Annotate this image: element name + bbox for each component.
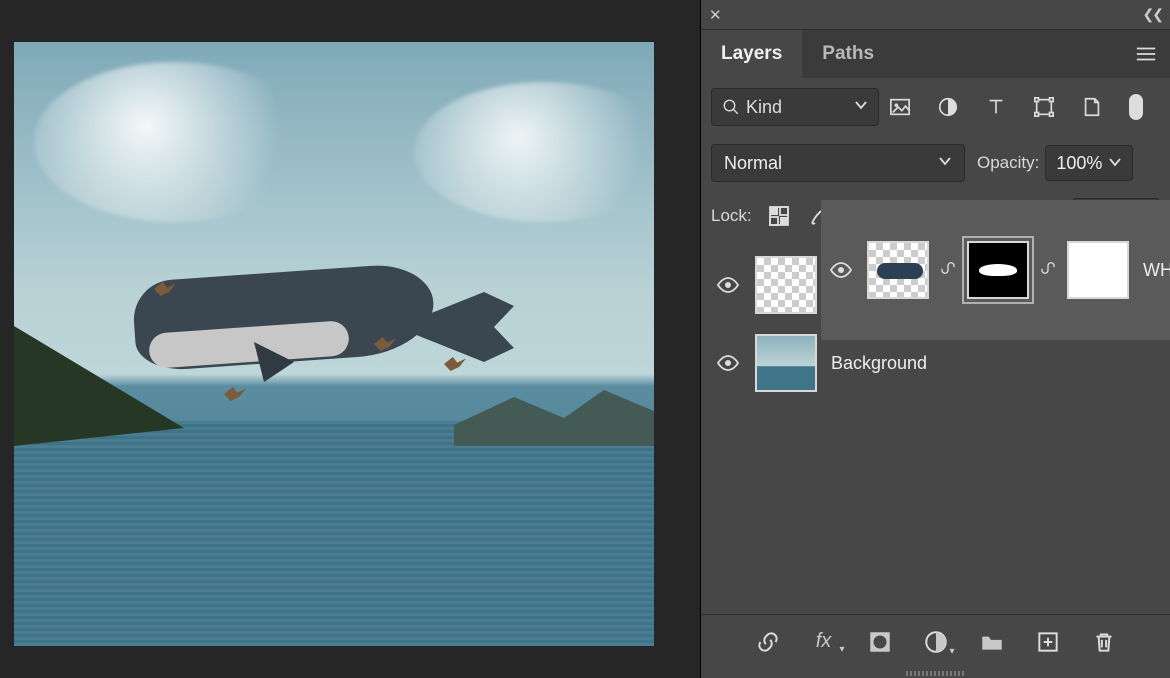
filter-type-icons [889, 94, 1143, 120]
layer-name[interactable]: WHALE [1143, 260, 1170, 281]
panel-tabs: Layers Paths [701, 30, 1170, 78]
document-canvas[interactable] [14, 42, 654, 646]
bird-graphic [154, 282, 176, 296]
link-layers-button[interactable] [755, 629, 781, 655]
layer-thumbnail[interactable] [867, 242, 929, 299]
layer-thumbnail[interactable] [755, 334, 817, 392]
add-mask-button[interactable] [867, 629, 893, 655]
blend-mode-dropdown[interactable]: Normal [711, 144, 965, 182]
filter-smartobject-icon[interactable] [1081, 96, 1103, 118]
visibility-toggle[interactable] [715, 351, 741, 375]
panel-topbar: ✕ ❮❮ [701, 0, 1170, 30]
filter-shape-icon[interactable] [1033, 96, 1055, 118]
layer-name[interactable]: Background [831, 353, 927, 374]
filter-pixel-icon[interactable] [889, 96, 911, 118]
layer-mask-thumbnail[interactable] [1067, 242, 1129, 299]
layer-effects-button[interactable]: fx▾ [811, 629, 837, 655]
chevron-down-icon [938, 154, 952, 173]
layer-row-whale[interactable]: WHALE [821, 242, 1170, 340]
opacity-value-input[interactable]: 100% [1045, 145, 1133, 181]
link-icon[interactable] [1039, 259, 1057, 282]
visibility-toggle[interactable] [715, 273, 741, 297]
filter-kind-dropdown[interactable]: Kind [711, 88, 879, 126]
bird-graphic [444, 357, 466, 371]
add-group-button[interactable] [979, 629, 1005, 655]
layers-panel: ✕ ❮❮ Layers Paths Kind Normal Opac [700, 0, 1170, 678]
layers-panel-footer: fx▾ ▾ [701, 614, 1170, 668]
chevron-down-icon [1108, 153, 1122, 174]
filter-type-icon[interactable] [985, 96, 1007, 118]
panel-menu-button[interactable] [1122, 30, 1170, 78]
opacity-label: Opacity: [977, 153, 1039, 173]
blend-opacity-row: Normal Opacity: 100% [701, 136, 1170, 190]
cloud-graphic [34, 62, 314, 222]
layer-mask-thumbnail[interactable] [967, 242, 1029, 299]
blend-mode-value: Normal [724, 153, 782, 174]
canvas-area [0, 0, 700, 678]
layer-thumbnail[interactable] [755, 256, 817, 314]
visibility-toggle[interactable] [829, 258, 853, 282]
add-layer-button[interactable] [1035, 629, 1061, 655]
lock-transparency-icon[interactable] [768, 205, 790, 227]
sea-graphic [14, 421, 654, 646]
lock-label: Lock: [711, 206, 752, 226]
filter-toggle[interactable] [1129, 94, 1143, 120]
bird-graphic [224, 387, 246, 401]
cloud-graphic [414, 82, 654, 222]
tab-layers[interactable]: Layers [701, 30, 802, 78]
delete-layer-button[interactable] [1091, 629, 1117, 655]
tab-paths[interactable]: Paths [802, 30, 894, 78]
layer-list: Birds WHALE Background [701, 242, 1170, 614]
bird-graphic [374, 337, 396, 351]
link-icon[interactable] [939, 259, 957, 282]
mountain-right-graphic [454, 376, 654, 446]
opacity-value: 100% [1056, 153, 1102, 174]
collapse-panel-button[interactable]: ❮❮ [1143, 6, 1162, 23]
filter-kind-label: Kind [746, 97, 782, 118]
search-icon [722, 98, 740, 116]
filter-row: Kind [701, 78, 1170, 136]
chevron-down-icon [854, 98, 868, 117]
add-adjustment-button[interactable]: ▾ [923, 629, 949, 655]
filter-adjustment-icon[interactable] [937, 96, 959, 118]
panel-resize-grip[interactable] [701, 668, 1170, 678]
close-panel-button[interactable]: ✕ [709, 6, 722, 24]
